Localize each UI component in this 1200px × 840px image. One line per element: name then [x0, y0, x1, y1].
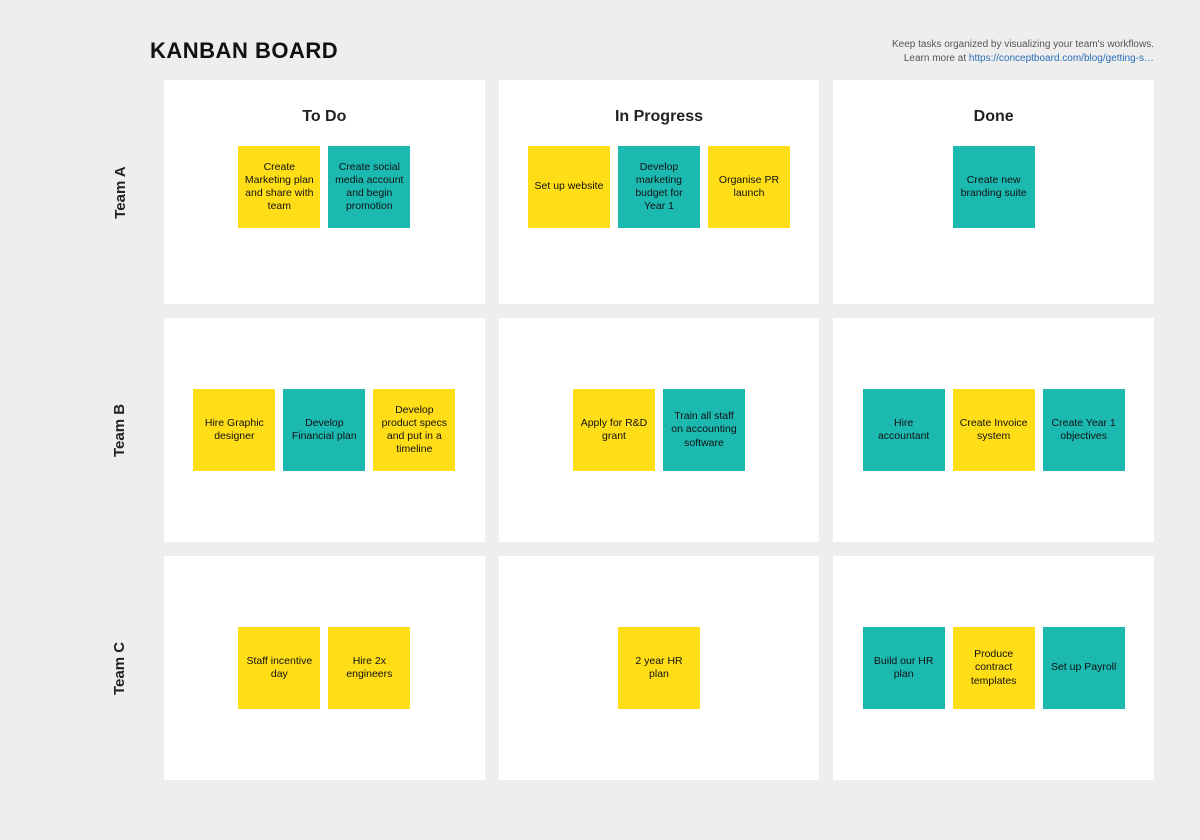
col-header-inprogress: In Progress	[499, 80, 820, 136]
cell-b-inprogress[interactable]: Apply for R&D grantTrain all staff on ac…	[499, 318, 820, 542]
cards: Hire Graphic designerDevelop Financial p…	[164, 318, 485, 542]
hint-line-2: Learn more at https://conceptboard.com/b…	[892, 52, 1154, 66]
kanban-card[interactable]: Organise PR launch	[708, 146, 790, 228]
kanban-card[interactable]: Develop Financial plan	[283, 389, 365, 471]
kanban-card[interactable]: Set up website	[528, 146, 610, 228]
kanban-card[interactable]: Hire 2x engineers	[328, 627, 410, 709]
cell-b-done[interactable]: Hire accountantCreate Invoice systemCrea…	[833, 318, 1154, 542]
kanban-board: Team A To Do Create Marketing plan and s…	[0, 80, 1200, 820]
kanban-card[interactable]: Produce contract templates	[953, 627, 1035, 709]
hint-link[interactable]: https://conceptboard.com/blog/getting-s…	[969, 53, 1154, 64]
kanban-card[interactable]: Hire Graphic designer	[193, 389, 275, 471]
cell-a-todo[interactable]: To Do Create Marketing plan and share wi…	[164, 80, 485, 304]
row-header-team-a: Team A	[90, 80, 150, 304]
cell-c-inprogress[interactable]: 2 year HR plan	[499, 556, 820, 780]
cards: Staff incentive dayHire 2x engineers	[164, 556, 485, 780]
cards: Set up websiteDevelop marketing budget f…	[499, 136, 820, 304]
kanban-card[interactable]: Create Year 1 objectives	[1043, 389, 1125, 471]
kanban-card[interactable]: Hire accountant	[863, 389, 945, 471]
page-title: KANBAN BOARD	[150, 38, 338, 64]
row-label: Team A	[111, 166, 128, 219]
col-header-done: Done	[833, 80, 1154, 136]
cell-c-todo[interactable]: Staff incentive dayHire 2x engineers	[164, 556, 485, 780]
cards: Build our HR planProduce contract templa…	[833, 556, 1154, 780]
col-header-todo: To Do	[164, 80, 485, 136]
kanban-card[interactable]: Develop marketing budget for Year 1	[618, 146, 700, 228]
cards: 2 year HR plan	[499, 556, 820, 780]
kanban-card[interactable]: Create social media account and begin pr…	[328, 146, 410, 228]
hint-text: Keep tasks organized by visualizing your…	[892, 38, 1154, 66]
kanban-card[interactable]: Build our HR plan	[863, 627, 945, 709]
cards: Hire accountantCreate Invoice systemCrea…	[833, 318, 1154, 542]
kanban-card[interactable]: Apply for R&D grant	[573, 389, 655, 471]
kanban-card[interactable]: Develop product specs and put in a timel…	[373, 389, 455, 471]
kanban-card[interactable]: Set up Payroll	[1043, 627, 1125, 709]
cell-c-done[interactable]: Build our HR planProduce contract templa…	[833, 556, 1154, 780]
header: KANBAN BOARD Keep tasks organized by vis…	[0, 0, 1200, 80]
kanban-card[interactable]: 2 year HR plan	[618, 627, 700, 709]
row-label: Team C	[111, 641, 128, 694]
kanban-card[interactable]: Train all staff on accounting software	[663, 389, 745, 471]
kanban-card[interactable]: Create Invoice system	[953, 389, 1035, 471]
row-header-team-c: Team C	[90, 556, 150, 780]
cell-a-done[interactable]: Done Create new branding suite	[833, 80, 1154, 304]
cards: Create Marketing plan and share with tea…	[164, 136, 485, 304]
cards: Create new branding suite	[833, 136, 1154, 304]
kanban-card[interactable]: Staff incentive day	[238, 627, 320, 709]
row-label: Team B	[111, 403, 128, 456]
kanban-card[interactable]: Create Marketing plan and share with tea…	[238, 146, 320, 228]
cards: Apply for R&D grantTrain all staff on ac…	[499, 318, 820, 542]
row-header-team-b: Team B	[90, 318, 150, 542]
hint-prefix: Learn more at	[904, 53, 969, 64]
cell-b-todo[interactable]: Hire Graphic designerDevelop Financial p…	[164, 318, 485, 542]
hint-line-1: Keep tasks organized by visualizing your…	[892, 38, 1154, 52]
cell-a-inprogress[interactable]: In Progress Set up websiteDevelop market…	[499, 80, 820, 304]
kanban-card[interactable]: Create new branding suite	[953, 146, 1035, 228]
